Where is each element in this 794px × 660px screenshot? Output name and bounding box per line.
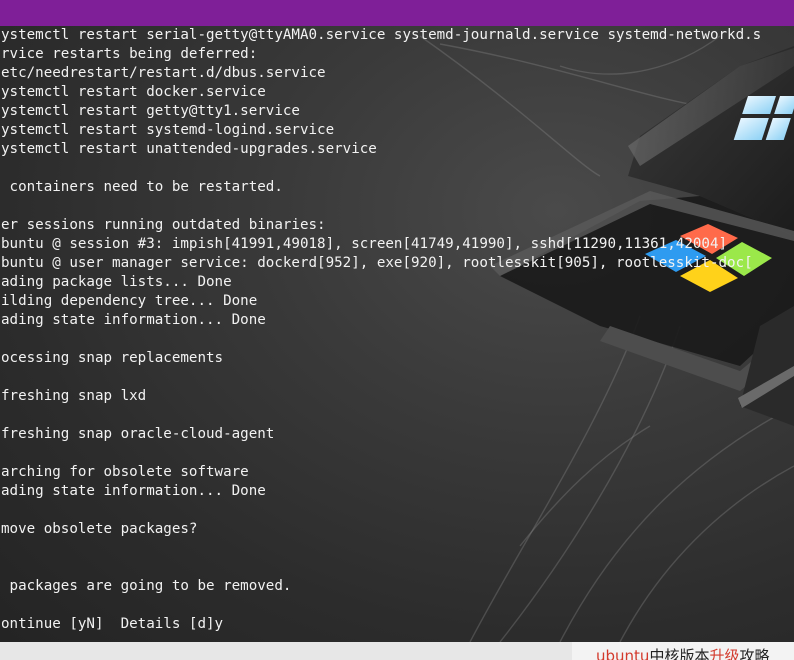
terminal-line: buntu @ user manager service: dockerd[95…: [1, 255, 753, 271]
link-keyword-upgrade: 升级: [709, 647, 740, 660]
terminal-line: ilding dependency tree... Done: [1, 293, 258, 309]
terminal-line: ading state information... Done: [1, 312, 266, 328]
terminal-line: ading state information... Done: [1, 483, 266, 499]
related-article-link[interactable]: ubuntu中核版本升级攻略: [596, 646, 769, 660]
terminal-line: ystemctl restart getty@tty1.service: [1, 103, 300, 119]
terminal-line: ontinue [yN] Details [d]y: [1, 616, 224, 632]
terminal-output: ystemctl restart serial-getty@ttyAMA0.se…: [1, 26, 761, 634]
link-text-guide: 攻略: [739, 647, 770, 660]
terminal-line: freshing snap lxd: [1, 388, 147, 404]
terminal-line: ystemctl restart docker.service: [1, 84, 266, 100]
page-footer: ubuntu中核版本升级攻略: [0, 642, 794, 660]
link-text-kernel: 中核版本: [649, 647, 710, 660]
terminal-line: ystemctl restart systemd-logind.service: [1, 122, 335, 138]
terminal-line: arching for obsolete software: [1, 464, 249, 480]
link-keyword-ubuntu: ubuntu: [596, 647, 650, 660]
terminal-window[interactable]: ystemctl restart serial-getty@ttyAMA0.se…: [0, 26, 794, 642]
terminal-line: containers need to be restarted.: [1, 179, 283, 195]
terminal-line: buntu @ session #3: impish[41991,49018],…: [1, 236, 728, 252]
terminal-line: rvice restarts being deferred:: [1, 46, 258, 62]
terminal-line: etc/needrestart/restart.d/dbus.service: [1, 65, 326, 81]
terminal-line: ystemctl restart unattended-upgrades.ser…: [1, 141, 377, 157]
terminal-line: ading package lists... Done: [1, 274, 232, 290]
terminal-line: ocessing snap replacements: [1, 350, 224, 366]
terminal-line: er sessions running outdated binaries:: [1, 217, 326, 233]
terminal-line: move obsolete packages?: [1, 521, 198, 537]
terminal-title-bar[interactable]: [0, 0, 794, 26]
terminal-line: freshing snap oracle-cloud-agent: [1, 426, 275, 442]
footer-strip: [0, 642, 572, 660]
terminal-line: ystemctl restart serial-getty@ttyAMA0.se…: [1, 27, 762, 43]
terminal-line: packages are going to be removed.: [1, 578, 292, 594]
